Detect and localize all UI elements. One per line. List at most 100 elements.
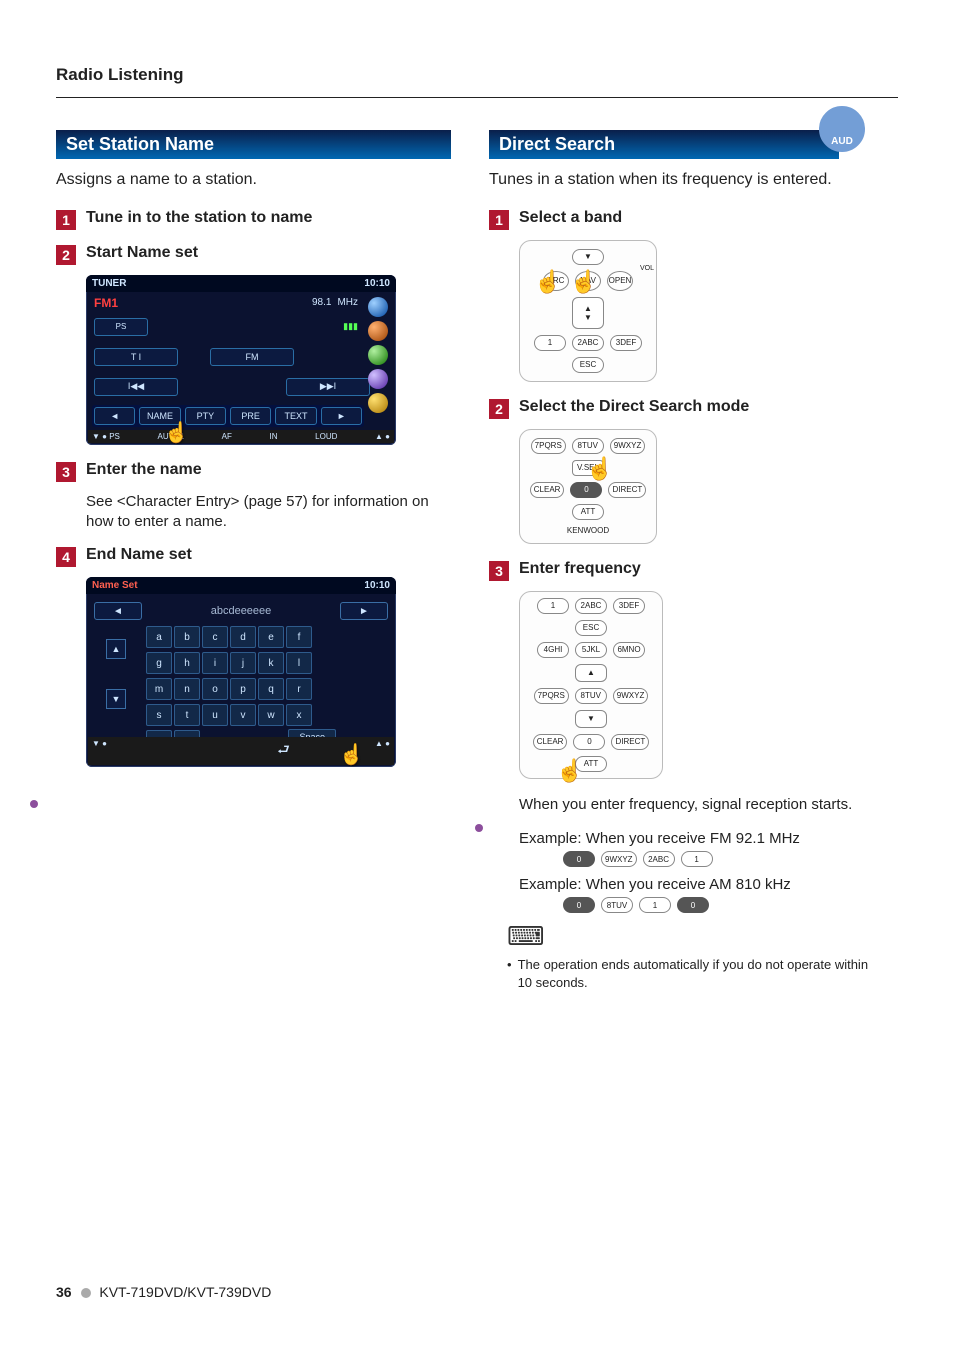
remote-select-band: ▼ SRC NAV OPEN ▲▼ 1 2ABC 3DEF ESC ☝ ☝ VO… [519,240,657,382]
nav-right[interactable]: ► [321,407,362,425]
direct-search-title: Direct Search [499,134,615,154]
pre-tab[interactable]: PRE [230,407,271,425]
example-am: Example: When you receive AM 810 kHz [519,875,884,895]
key[interactable]: f [286,626,312,648]
step-title: Enter the name [86,461,202,479]
step-title: Tune in to the station to name [86,209,312,227]
step-title: Start Name set [86,244,198,262]
remote-direct[interactable]: DIRECT [608,482,646,498]
remote-vsel-up[interactable]: ▲ [575,664,607,682]
key[interactable]: b [174,626,200,648]
remote-open-top[interactable]: ▼ [572,249,604,265]
orb-icon[interactable] [368,321,388,341]
fm-button[interactable]: FM [210,348,294,366]
key[interactable]: r [286,678,312,700]
footer-dot-icon [81,1288,91,1298]
key[interactable]: c [202,626,228,648]
nav-left[interactable]: ◄ [94,407,135,425]
key[interactable]: u [202,704,228,726]
remote-esc[interactable]: ESC [575,620,607,636]
return-icon[interactable]: ⮐ [277,739,290,763]
key[interactable]: n [174,678,200,700]
remote-vol[interactable]: ▲▼ [572,297,604,329]
next-char-button[interactable]: ► [340,602,388,620]
right-column: Direct Search AUD Tunes in a station whe… [489,130,884,991]
orb-icon[interactable] [368,369,388,389]
remote-1[interactable]: 1 [534,335,566,351]
orb-icon[interactable] [368,345,388,365]
key[interactable]: v [230,704,256,726]
key[interactable]: s [146,704,172,726]
remote-1[interactable]: 1 [537,598,569,614]
key[interactable]: j [230,652,256,674]
set-station-name-desc: Assigns a name to a station. [56,169,451,191]
remote-4[interactable]: 4GHI [537,642,569,658]
key[interactable]: t [174,704,200,726]
section-heading: Radio Listening [56,65,898,85]
row-up-button[interactable]: ▲ [106,639,126,659]
remote-9[interactable]: 9WXYZ [613,688,649,704]
key[interactable]: d [230,626,256,648]
step-title: End Name set [86,546,192,564]
key[interactable]: w [258,704,284,726]
orb-icon[interactable] [368,297,388,317]
ds-step-1: 1 Select a band [489,209,884,230]
bottom-right[interactable]: ▲ ● [375,739,390,763]
remote-2[interactable]: 2ABC [572,335,604,351]
remote-esc[interactable]: ESC [572,357,604,373]
key[interactable]: h [174,652,200,674]
remote-3[interactable]: 3DEF [610,335,642,351]
remote-open[interactable]: OPEN [607,271,633,291]
name-value: abcdeeeeee [148,605,334,617]
remote-5[interactable]: 5JKL [575,642,607,658]
step-3: 3 Enter the name [56,461,451,482]
btn: 1 [681,851,713,867]
key[interactable]: e [258,626,284,648]
keyboard-row1: a b c d e f [146,626,378,648]
remote-2[interactable]: 2ABC [575,598,607,614]
key[interactable]: g [146,652,172,674]
remote-clear[interactable]: CLEAR [533,734,568,750]
prev-button[interactable]: I◀◀ [94,378,178,396]
key[interactable]: q [258,678,284,700]
touch-cursor-icon: ☝ [534,269,561,295]
remote-clear[interactable]: CLEAR [530,482,565,498]
remote-9[interactable]: 9WXYZ [610,438,646,454]
orb-icon[interactable] [368,393,388,413]
touch-cursor-icon: ☝ [570,269,597,295]
remote-vsel-down[interactable]: ▼ [575,710,607,728]
ti-button[interactable]: T I [94,348,178,366]
remote-direct[interactable]: DIRECT [611,734,649,750]
remote-6[interactable]: 6MNO [613,642,645,658]
remote-8[interactable]: 8TUV [575,688,607,704]
direct-search-desc: Tunes in a station when its frequency is… [489,169,884,191]
tuner-title: TUNER [92,278,126,289]
step-number: 4 [56,547,76,567]
key[interactable]: p [230,678,256,700]
key[interactable]: k [258,652,284,674]
remote-3[interactable]: 3DEF [613,598,645,614]
remote-0[interactable]: 0 [570,482,602,498]
prev-char-button[interactable]: ◄ [94,602,142,620]
bottom-left[interactable]: ▼ ● [92,739,107,763]
key[interactable]: o [202,678,228,700]
remote-0[interactable]: 0 [573,734,605,750]
key[interactable]: m [146,678,172,700]
remote-8[interactable]: 8TUV [572,438,604,454]
next-button[interactable]: ▶▶I [286,378,370,396]
key[interactable]: l [286,652,312,674]
remote-7[interactable]: 7PQRS [534,688,569,704]
row-down-button[interactable]: ▼ [106,689,126,709]
remote-att[interactable]: ATT [572,504,604,520]
key[interactable]: a [146,626,172,648]
key[interactable]: x [286,704,312,726]
step-1: 1 Tune in to the station to name [56,209,451,230]
text-tab[interactable]: TEXT [275,407,316,425]
nameset-title: Name Set [92,580,138,591]
remote-7[interactable]: 7PQRS [531,438,566,454]
decorative-dot [475,824,483,832]
key[interactable]: i [202,652,228,674]
pty-tab[interactable]: PTY [185,407,226,425]
footer: 36 KVT-719DVD/KVT-739DVD [56,1284,271,1300]
ps-label[interactable]: PS [94,318,148,336]
